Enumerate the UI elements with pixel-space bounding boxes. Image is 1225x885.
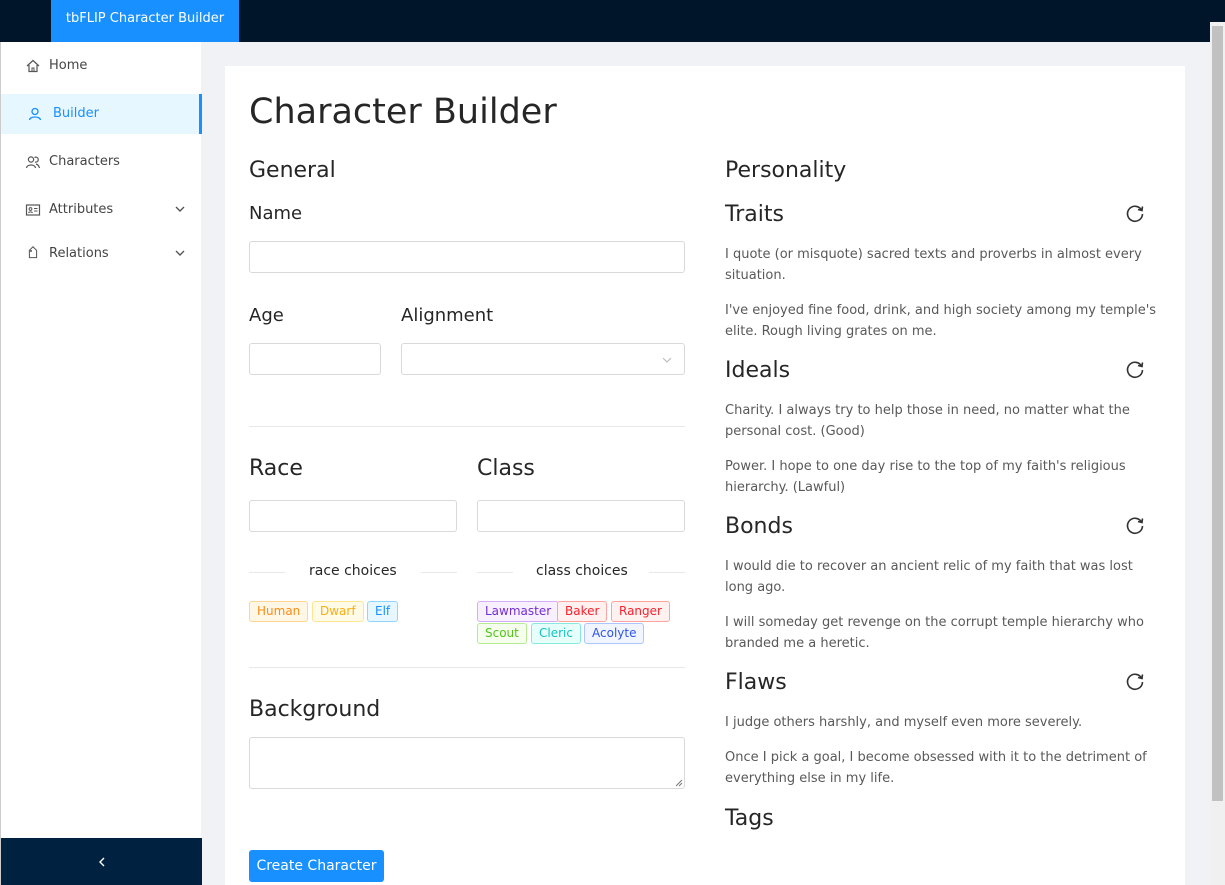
class-tag-scout[interactable]: Scout	[477, 623, 527, 644]
alignment-select[interactable]	[401, 343, 685, 375]
traits-heading: Traits	[725, 202, 784, 227]
chevron-left-icon	[98, 857, 104, 866]
bond-item: I would die to recover an ancient relic …	[725, 559, 1133, 595]
reload-flaws-icon[interactable]	[1124, 671, 1146, 693]
reload-traits-icon[interactable]	[1124, 203, 1146, 225]
class-label: Class	[477, 456, 535, 481]
age-label: Age	[249, 305, 284, 326]
divider	[249, 572, 285, 573]
race-tag-human[interactable]: Human	[249, 601, 309, 622]
ideals-heading: Ideals	[725, 358, 791, 383]
race-choices-title: race choices	[309, 563, 397, 579]
tag-icon	[28, 246, 38, 259]
app-title[interactable]: tbFLIP Character Builder	[51, 0, 239, 42]
sidebar-item-label: Home	[49, 58, 88, 73]
divider	[249, 667, 685, 668]
sidebar-item-label: Characters	[49, 154, 120, 169]
bonds-heading: Bonds	[725, 514, 793, 539]
sidebar-collapse-button[interactable]	[1, 838, 202, 885]
sidebar-item-builder[interactable]: Builder	[1, 94, 202, 134]
sidebar-item-label: Relations	[49, 246, 109, 261]
background-textarea[interactable]	[249, 737, 685, 789]
race-tag-dwarf[interactable]: Dwarf	[312, 601, 364, 622]
class-tag-acolyte[interactable]: Acolyte	[584, 623, 645, 644]
class-choices-title: class choices	[536, 563, 628, 579]
resize-handle-icon[interactable]	[675, 779, 683, 787]
background-label: Background	[249, 697, 381, 722]
top-header: tbFLIP Character Builder	[0, 0, 1225, 42]
page-title: Character Builder	[249, 92, 557, 132]
class-tag-baker[interactable]: Baker	[557, 601, 608, 622]
scrollbar-thumb[interactable]	[1212, 26, 1223, 801]
reload-bonds-icon[interactable]	[1124, 515, 1146, 537]
ideal-item: Charity. I always try to help those in n…	[725, 403, 1130, 439]
chevron-down-icon	[175, 250, 185, 256]
name-input[interactable]	[249, 241, 685, 273]
race-tag-elf[interactable]: Elf	[367, 601, 399, 622]
race-input[interactable]	[249, 500, 457, 532]
flaw-item: Once I pick a goal, I become obsessed wi…	[725, 750, 1147, 786]
general-heading: General	[249, 158, 336, 183]
trait-item: I've enjoyed fine food, drink, and high …	[725, 303, 1157, 339]
chevron-down-icon	[662, 357, 672, 363]
class-tag-cleric[interactable]: Cleric	[531, 623, 581, 644]
alignment-label: Alignment	[401, 305, 494, 326]
tags-heading: Tags	[725, 806, 774, 831]
class-tag-lawmaster[interactable]: Lawmaster	[477, 601, 560, 622]
divider	[477, 572, 513, 573]
sidebar-item-label: Attributes	[49, 202, 114, 217]
reload-ideals-icon[interactable]	[1124, 359, 1146, 381]
create-character-button[interactable]: Create Character	[249, 850, 384, 882]
class-input[interactable]	[477, 500, 685, 532]
sidebar-item-relations[interactable]: Relations	[1, 234, 202, 274]
race-label: Race	[249, 456, 303, 481]
idcard-icon	[25, 204, 41, 216]
flaw-item: I judge others harshly, and myself even …	[725, 715, 1083, 730]
trait-item: I quote (or misquote) sacred texts and p…	[725, 247, 1142, 283]
bond-item: I will someday get revenge on the corrup…	[725, 615, 1144, 651]
divider	[649, 572, 685, 573]
sidebar-item-home[interactable]: Home	[1, 46, 202, 86]
flaws-heading: Flaws	[725, 670, 787, 695]
sidebar-menu: Home Builder Characters Attributes Relat…	[0, 42, 202, 885]
ideal-item: Power. I hope to one day rise to the top…	[725, 459, 1126, 495]
age-input[interactable]	[249, 343, 381, 375]
chevron-down-icon	[175, 206, 185, 212]
sidebar-item-characters[interactable]: Characters	[1, 142, 202, 182]
divider	[249, 426, 685, 427]
team-icon	[25, 156, 41, 169]
divider	[421, 572, 457, 573]
name-label: Name	[249, 203, 303, 224]
home-icon	[26, 59, 40, 73]
personality-heading: Personality	[725, 158, 847, 183]
user-icon	[28, 107, 42, 121]
sidebar-item-attributes[interactable]: Attributes	[1, 190, 202, 230]
sidebar-item-label: Builder	[53, 106, 99, 121]
class-tag-ranger[interactable]: Ranger	[611, 601, 670, 622]
